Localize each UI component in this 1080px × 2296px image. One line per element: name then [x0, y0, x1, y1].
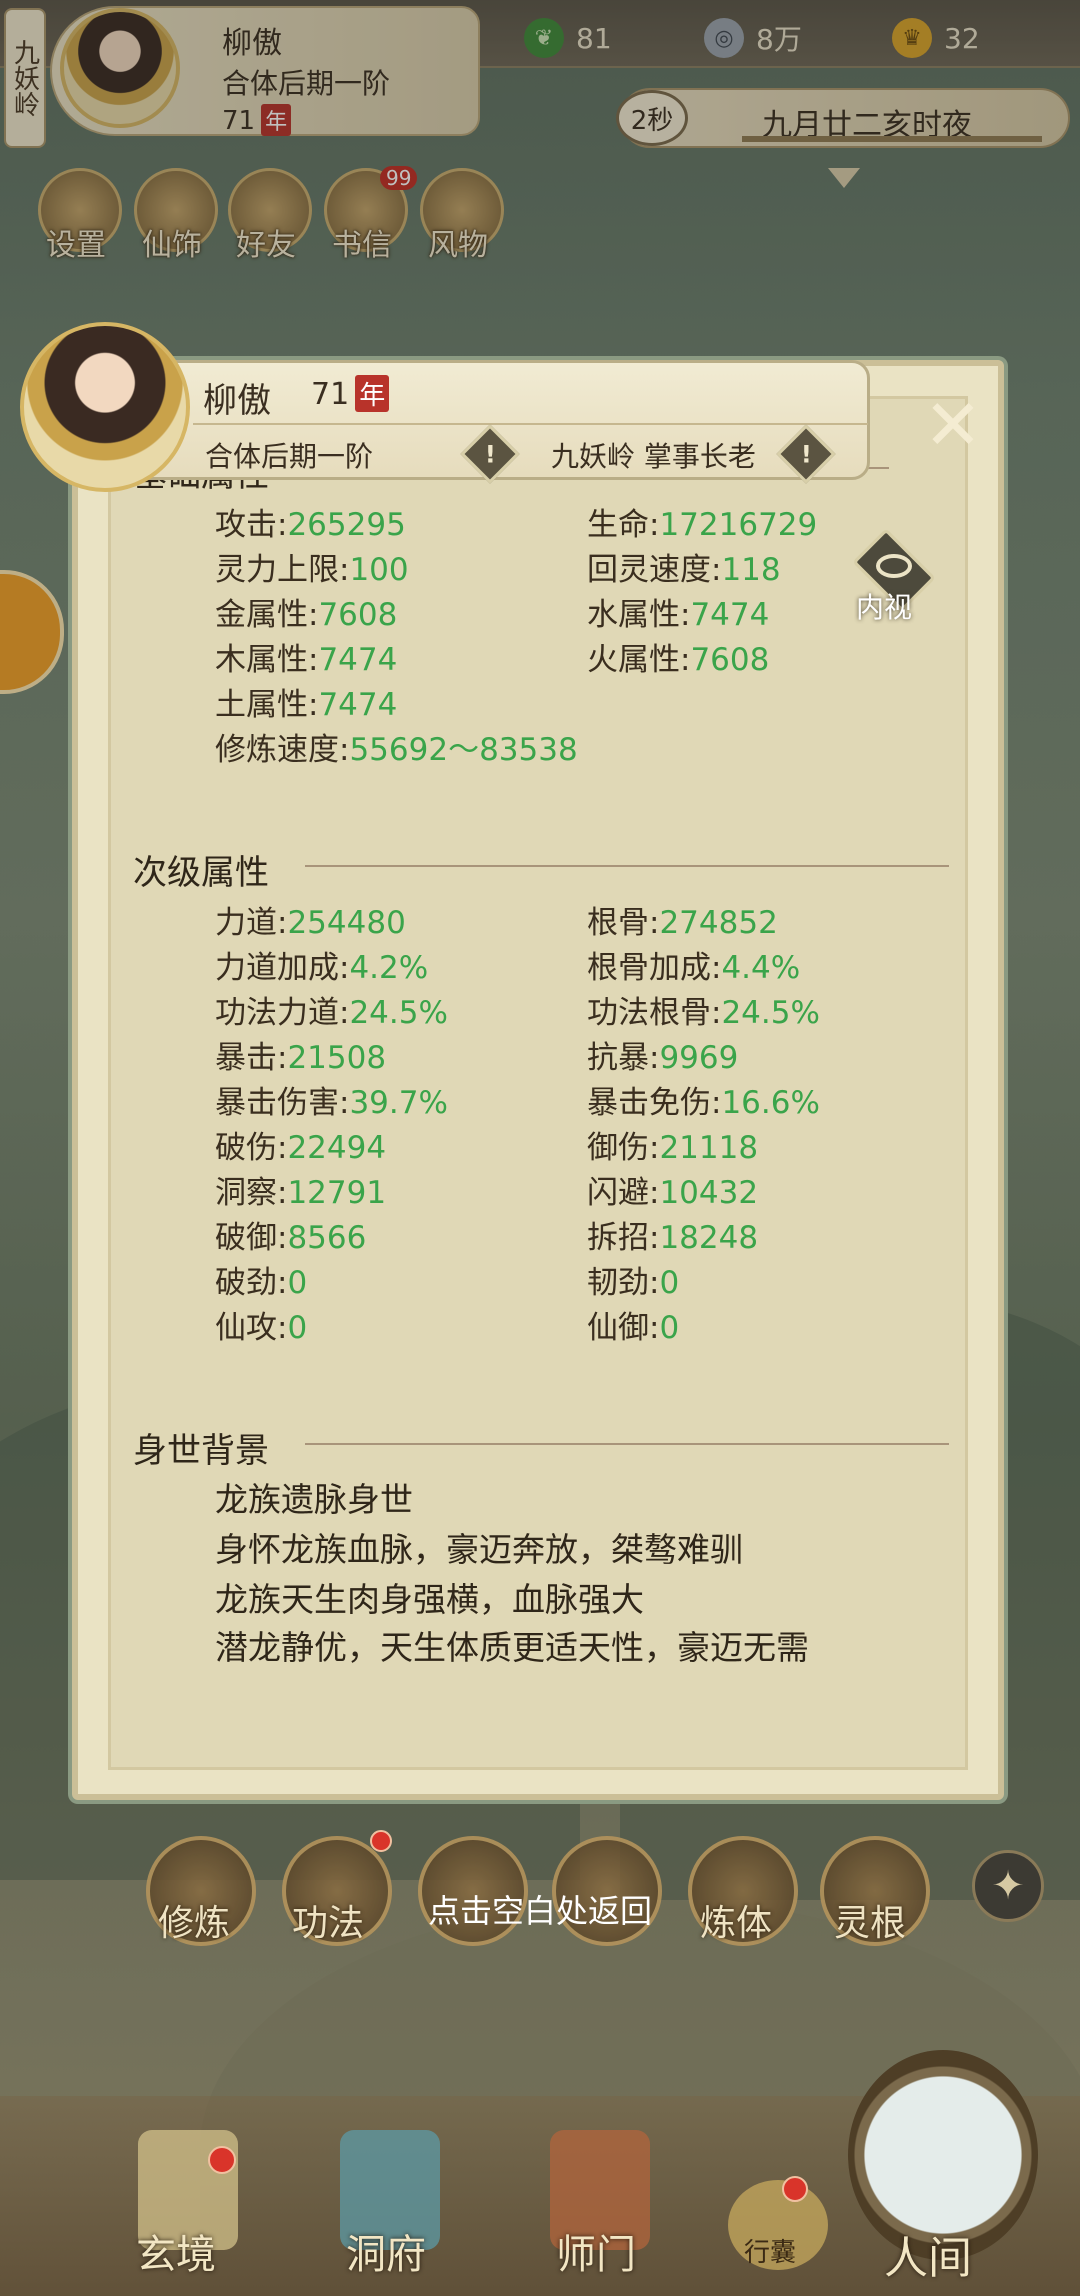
nav-cave[interactable]: 洞府 — [346, 2222, 426, 2280]
stat-row: 回灵速度:118 — [587, 552, 781, 588]
header-sect: 九妖岭 掌事长老 — [551, 440, 756, 473]
stat-row: 洞察:12791 — [215, 1175, 387, 1211]
nav-bag[interactable]: 行囊 — [744, 2232, 796, 2269]
stat-row: 闪避:10432 — [587, 1175, 759, 1211]
bio-line: 身怀龙族血脉，豪迈奔放，桀骜难驯 — [215, 1530, 743, 1569]
stat-row: 力道:254480 — [215, 905, 406, 941]
bag-red-dot — [782, 2176, 808, 2202]
stat-row: 御伤:21118 — [587, 1130, 759, 1166]
stats-scroll-area[interactable]: 基础属性 攻击:265295 生命:17216729 灵力上限:100 回灵速度… — [108, 396, 968, 1770]
stat-row: 水属性:7474 — [587, 597, 770, 633]
section-divider — [305, 865, 949, 867]
action-technique[interactable]: 功法 — [292, 1894, 364, 1946]
realm-red-dot — [208, 2146, 236, 2174]
header-realm: 合体后期一阶 — [205, 440, 374, 473]
section-divider — [305, 1443, 949, 1445]
bio-line: 龙族天生肉身强横，血脉强大 — [215, 1580, 644, 1619]
realm-info-icon[interactable]: ! — [460, 424, 520, 484]
action-body-refine[interactable]: 炼体 — [700, 1894, 772, 1946]
secondary-attributes-title: 次级属性 — [133, 853, 269, 893]
stat-row: 功法力道:24.5% — [215, 995, 448, 1031]
close-icon[interactable]: ✕ — [918, 390, 988, 460]
header-age: 71 年 — [311, 375, 390, 412]
nav-realm[interactable]: 玄境 — [136, 2222, 216, 2280]
stat-row: 攻击:265295 — [215, 507, 406, 543]
stat-row: 功法根骨:24.5% — [587, 995, 820, 1031]
action-cultivate[interactable]: 修炼 — [158, 1894, 230, 1946]
bio-line: 潜龙静优，天生体质更适天性，豪迈无需 — [215, 1628, 809, 1667]
stat-row: 破伤:22494 — [215, 1130, 387, 1166]
stat-row: 土属性:7474 — [215, 687, 398, 723]
stat-row: 暴击免伤:16.6% — [587, 1085, 820, 1121]
background-story-title: 身世背景 — [133, 1431, 269, 1471]
stat-row: 暴击伤害:39.7% — [215, 1085, 448, 1121]
action-spirit-root[interactable]: 灵根 — [834, 1894, 906, 1946]
inner-view-button[interactable]: 内视 — [846, 528, 942, 628]
header-divider — [193, 423, 868, 425]
stat-row: 根骨:274852 — [587, 905, 778, 941]
stat-row: 根骨加成:4.4% — [587, 950, 801, 986]
stat-row: 生命:17216729 — [587, 507, 818, 543]
stat-row: 抗暴:9969 — [587, 1040, 739, 1076]
stat-row: 韧劲:0 — [587, 1265, 680, 1301]
sect-info-icon[interactable]: ! — [776, 424, 836, 484]
header-name: 柳傲 — [203, 381, 271, 421]
character-avatar — [20, 322, 190, 492]
bio-line: 龙族遗脉身世 — [215, 1480, 413, 1519]
stat-row: 修炼速度:55692～83538 — [215, 732, 578, 768]
inner-view-label: 内视 — [856, 591, 913, 624]
eye-pupil — [876, 554, 912, 578]
tap-to-return-hint: 点击空白处返回 — [427, 1892, 652, 1930]
header-age-value: 71 — [311, 377, 350, 412]
stat-row: 破御:8566 — [215, 1220, 367, 1256]
stat-row: 仙攻:0 — [215, 1310, 308, 1346]
stat-row: 火属性:7608 — [587, 642, 770, 678]
nav-world[interactable]: 人间 — [884, 2222, 972, 2286]
stat-row: 金属性:7608 — [215, 597, 398, 633]
stat-row: 灵力上限:100 — [215, 552, 409, 588]
technique-red-dot — [370, 1830, 392, 1852]
stat-row: 暴击:21508 — [215, 1040, 387, 1076]
stat-row: 力道加成:4.2% — [215, 950, 429, 986]
stat-row: 木属性:7474 — [215, 642, 398, 678]
year-badge: 年 — [355, 375, 390, 412]
stat-row: 仙御:0 — [587, 1310, 680, 1346]
stat-row: 拆招:18248 — [587, 1220, 759, 1256]
compass-icon[interactable]: ✦ — [972, 1850, 1044, 1922]
nav-sect[interactable]: 师门 — [556, 2222, 636, 2280]
stat-row: 破劲:0 — [215, 1265, 308, 1301]
